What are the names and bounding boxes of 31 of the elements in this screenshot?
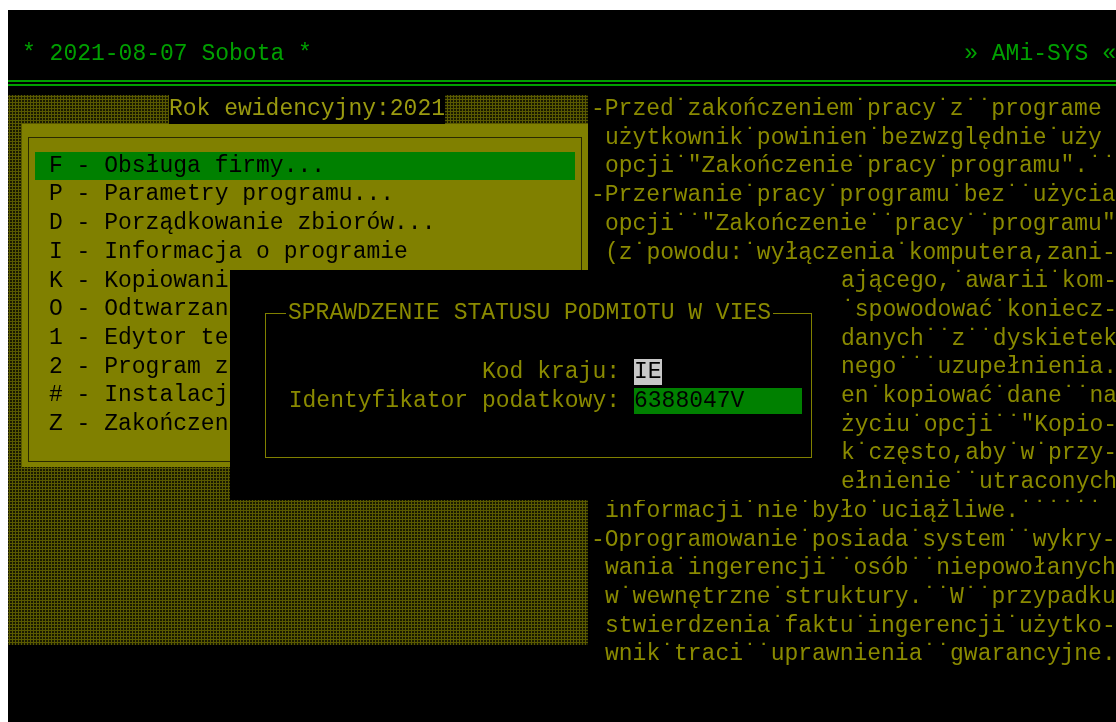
note-line: -Oprogramowanie˙posiada˙system˙˙wykry- — [591, 526, 1116, 553]
menu-title: Rok ewidencyjny:2021 — [168, 95, 445, 124]
menu-item[interactable]: I - Informacja o programie — [35, 237, 575, 267]
note-line: nego˙˙˙uzupełnienia. — [841, 354, 1116, 381]
note-line: informacji˙nie˙było˙uciążliwe.˙˙˙˙˙˙ — [605, 497, 1102, 524]
menu-item[interactable]: P - Parametry programu... — [35, 180, 575, 210]
field-label: Identyfikator podatkowy: — [287, 386, 620, 416]
note-line: en˙kopiować˙dane˙˙na — [841, 383, 1116, 410]
note-line: opcji˙˙"Zakończenie˙˙pracy˙˙programu" — [605, 210, 1116, 237]
note-line: ającego,˙awarii˙kom- — [841, 268, 1116, 295]
note-line: opcji˙"Zakończenie˙pracy˙programu".˙˙ — [605, 153, 1116, 180]
note-line: wania˙ingerencji˙˙osób˙˙niepowołanych — [605, 555, 1116, 582]
input-field[interactable]: IE — [634, 359, 662, 386]
input-field[interactable]: 6388047V — [634, 388, 802, 415]
note-line: (z˙powodu:˙wyłączenia˙komputera,zani- — [605, 239, 1116, 266]
menu-item[interactable]: F - Obsługa firmy... — [35, 151, 575, 181]
note-line: danych˙˙z˙˙dyskietek — [841, 325, 1116, 352]
menu-item[interactable]: D - Porządkowanie zbiorów... — [35, 209, 575, 238]
note-line: -Przerwanie˙pracy˙programu˙bez˙˙użycia — [591, 182, 1116, 209]
note-line: ełnienie˙˙utraconych — [841, 469, 1116, 496]
field-label: Kod kraju: — [480, 358, 620, 387]
note-line: wnik˙traci˙˙uprawnienia˙˙gwarancyjne. — [605, 641, 1116, 668]
note-line: ˙spowodować˙koniecz- — [841, 296, 1116, 323]
note-line: -Przed˙zakończeniem˙pracy˙z˙˙programe — [591, 96, 1102, 122]
date-header: * 2021-08-07 Sobota * — [22, 40, 312, 69]
note-line: w˙wewnętrzne˙struktury.˙˙W˙˙przypadku — [605, 583, 1116, 610]
app-name: » AMi-SYS « — [964, 40, 1116, 69]
note-line: użytkownik˙powinien˙bezwzględnie˙uży — [605, 124, 1102, 151]
note-line: k˙często,aby˙w˙przy- — [841, 440, 1116, 467]
note-line: stwierdzenia˙faktu˙ingerencji˙użytko- — [605, 612, 1116, 639]
note-line: życiu˙opcji˙˙"Kopio- — [841, 411, 1116, 438]
